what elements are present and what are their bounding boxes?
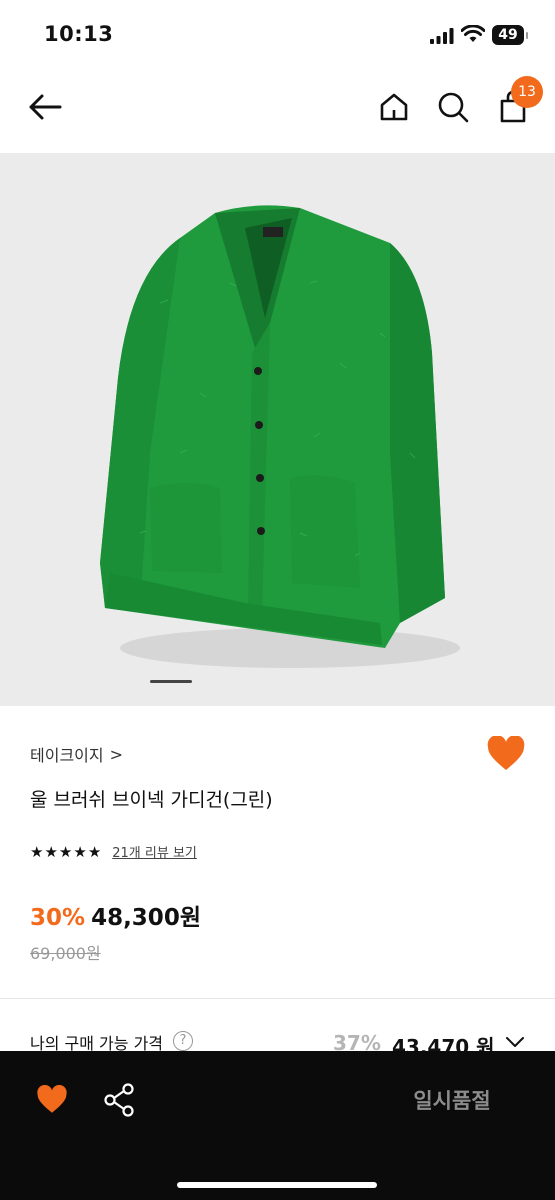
help-icon[interactable]: ? (173, 1031, 193, 1051)
sale-price: 48,300원 (91, 905, 201, 931)
back-button[interactable] (27, 89, 63, 125)
original-price: 69,000원 (30, 944, 101, 963)
home-button[interactable] (376, 89, 412, 125)
battery-icon: 49 (492, 25, 528, 45)
cart-count-badge: 13 (511, 76, 543, 108)
star-icon: ★ (44, 842, 58, 861)
star-icon: ★ (87, 842, 102, 861)
star-rating: ★ ★ ★ ★ ★ (30, 844, 101, 860)
divider (0, 998, 555, 999)
search-button[interactable] (435, 89, 471, 125)
back-arrow-icon (29, 94, 62, 120)
app-header (0, 75, 555, 145)
brand-link[interactable]: 테이크이지 > (30, 742, 123, 766)
bottom-wishlist-button[interactable] (36, 1084, 68, 1115)
status-time: 10:13 (44, 22, 114, 46)
wishlist-button[interactable] (486, 735, 526, 772)
share-button[interactable] (104, 1083, 136, 1117)
green-cardigan-photo (100, 205, 460, 668)
rating-row: ★ ★ ★ ★ ★ 21개 리뷰 보기 (30, 842, 197, 862)
star-icon: ★ (58, 842, 73, 861)
bottom-action-bar: 일시품절 (0, 1051, 555, 1200)
star-icon: ★ (30, 842, 44, 861)
product-title: 울 브러쉬 브이넥 가디건(그린) (30, 789, 273, 811)
star-icon: ★ (73, 842, 87, 861)
home-indicator (177, 1182, 377, 1188)
heart-icon (37, 1084, 67, 1113)
image-slide-indicator[interactable] (150, 680, 192, 683)
price-row: 30% 48,300원 (30, 898, 201, 932)
chevron-right-icon: > (109, 744, 124, 764)
status-bar: 10:13 49 (0, 0, 555, 70)
chevron-down-icon[interactable] (505, 1034, 525, 1050)
share-icon (104, 1083, 134, 1117)
soldout-button[interactable]: 일시품절 (392, 1085, 512, 1117)
brand-name: 테이크이지 (30, 746, 104, 765)
discount-rate: 30% (30, 905, 86, 931)
wifi-icon (461, 25, 485, 42)
product-image[interactable] (0, 153, 555, 706)
heart-icon (487, 735, 525, 770)
review-link[interactable]: 21개 리뷰 보기 (112, 842, 197, 861)
signal-icon (430, 28, 454, 44)
search-icon (438, 92, 469, 123)
home-icon (380, 93, 408, 121)
